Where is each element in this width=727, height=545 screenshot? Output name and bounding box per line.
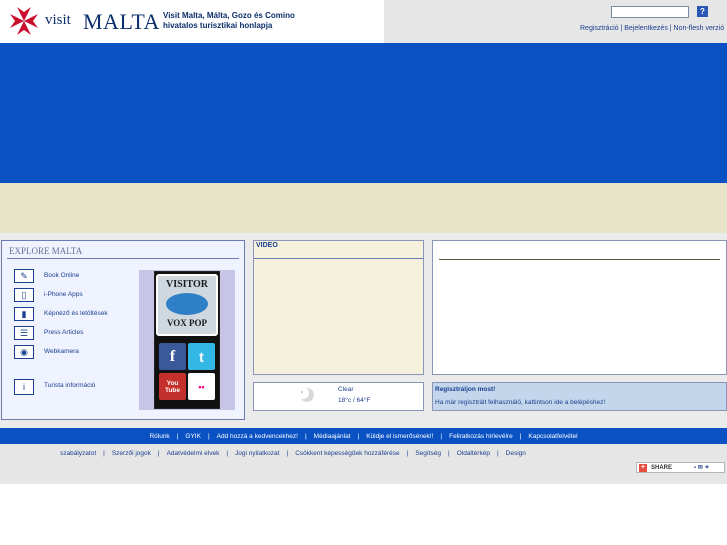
content-panel bbox=[432, 240, 727, 375]
video-panel[interactable] bbox=[253, 240, 424, 375]
info-icon[interactable]: i bbox=[14, 379, 34, 395]
footer-link-media[interactable]: Médiaajánlat bbox=[314, 433, 351, 440]
weather-condition: Clear bbox=[338, 386, 354, 393]
menu-item-book-online[interactable]: Book Online bbox=[44, 272, 79, 279]
separator: | bbox=[286, 449, 289, 457]
share-label: SHARE bbox=[651, 464, 673, 471]
vox-pop-title-bottom: VOX POP bbox=[166, 318, 208, 328]
site-tagline: Visit Malta, Málta, Gozo és Comino hivat… bbox=[163, 11, 323, 31]
separator: | bbox=[304, 432, 307, 440]
footer-link-privacy[interactable]: Adatvédelmi elvek bbox=[167, 450, 220, 457]
separator: | bbox=[440, 432, 443, 440]
menu-item-press-articles[interactable]: Press Articles bbox=[44, 329, 83, 336]
footer-link-newsletter[interactable]: Feliratkozás hírlevélre bbox=[449, 433, 513, 440]
vox-pop-title-top: VISITOR bbox=[165, 279, 209, 290]
footer-secondary-nav: szabályzatot | Szerzői jogok | Adatvédelmi… bbox=[60, 448, 526, 458]
footer-link-help[interactable]: Segítség bbox=[415, 450, 441, 457]
tagline-line-1: Visit Malta, Málta, Gozo és Comino bbox=[163, 11, 295, 20]
footer-link-terms[interactable]: szabályzatot bbox=[60, 450, 96, 457]
gallery-icon[interactable]: ▮ bbox=[14, 307, 34, 321]
footer-link-accessibility[interactable]: Csökkent képességűek hozzáférése bbox=[295, 450, 399, 457]
separator: | bbox=[448, 449, 450, 457]
logo-visit-text[interactable]: visit bbox=[45, 12, 71, 29]
register-login-link[interactable]: Ha már regisztrált felhasználó, kattints… bbox=[435, 399, 605, 406]
explore-divider bbox=[7, 258, 239, 259]
separator: | bbox=[519, 432, 522, 440]
footer-link-favorites[interactable]: Add hozzá a kedvencekhez! bbox=[217, 433, 298, 440]
separator: | bbox=[103, 449, 105, 457]
footer-link-copyright[interactable]: Szerzői jogok bbox=[112, 450, 151, 457]
facebook-icon[interactable]: f bbox=[159, 343, 186, 370]
register-link[interactable]: Regisztráció bbox=[580, 25, 619, 32]
footer-nav: Rólunk | GYIK | Add hozzá a kedvencekhez! |… bbox=[0, 428, 727, 444]
footer-link-design[interactable]: Design bbox=[506, 450, 526, 457]
search-input[interactable] bbox=[611, 6, 689, 18]
footer-link-legal[interactable]: Jogi nyilatkozat bbox=[235, 450, 279, 457]
menu-item-tourist-info[interactable]: Turista információ bbox=[44, 382, 95, 389]
logo-malta-text[interactable]: MALTA bbox=[83, 9, 160, 35]
separator: | bbox=[226, 449, 229, 457]
separator: | bbox=[406, 449, 409, 457]
footer-link-faq[interactable]: GYIK bbox=[185, 433, 201, 440]
weather-temperature: 18°c / 64°F bbox=[338, 397, 371, 404]
share-button[interactable]: + SHARE ▪ ✉ ✦ bbox=[636, 462, 725, 473]
youtube-icon[interactable]: You Tube bbox=[159, 373, 186, 400]
menu-item-webcam[interactable]: Webkamera bbox=[44, 348, 79, 355]
separator: | bbox=[176, 432, 179, 440]
beige-band bbox=[0, 183, 727, 233]
twitter-icon[interactable]: t bbox=[188, 343, 215, 370]
menu-item-iphone-apps[interactable]: i-Phone Apps bbox=[44, 291, 83, 298]
menu-item-gallery[interactable]: Képnéző és letöltések bbox=[44, 310, 108, 317]
phone-icon[interactable]: ▯ bbox=[14, 288, 34, 302]
hero-banner[interactable] bbox=[0, 43, 727, 183]
maltese-cross-icon[interactable] bbox=[10, 7, 38, 35]
tagline-line-2: hivatalos turisztikai honlapja bbox=[163, 21, 273, 30]
flickr-icon[interactable]: •• bbox=[188, 373, 215, 400]
separator: | bbox=[207, 432, 210, 440]
login-link[interactable]: Bejelentkezés bbox=[624, 25, 668, 32]
content-divider bbox=[439, 259, 720, 260]
booking-icon[interactable]: ✎ bbox=[14, 269, 34, 283]
video-divider bbox=[254, 258, 423, 259]
separator: | bbox=[357, 432, 360, 440]
moon-icon bbox=[297, 387, 314, 402]
non-flash-link[interactable]: Non-flesh verzió bbox=[674, 25, 725, 32]
footer-link-sitemap[interactable]: Oldaltérkép bbox=[457, 450, 490, 457]
separator: | bbox=[157, 449, 160, 457]
header-links: Regisztráció | Bejelentkezés | Non-flesh… bbox=[580, 25, 724, 32]
footer-link-about[interactable]: Rólunk bbox=[149, 433, 169, 440]
separator: | bbox=[496, 449, 499, 457]
register-title[interactable]: Regisztráljon most! bbox=[435, 386, 495, 393]
speech-bubble-icon bbox=[166, 293, 208, 315]
plus-icon: + bbox=[639, 463, 647, 472]
webcam-icon[interactable]: ◉ bbox=[14, 345, 34, 359]
search-button[interactable]: ? bbox=[697, 6, 708, 17]
share-services-icon: ▪ ✉ ✦ bbox=[694, 465, 710, 471]
explore-title: EXPLORE MALTA bbox=[9, 246, 83, 256]
footer-link-send-friend[interactable]: Küldje el ismerősének!! bbox=[366, 433, 433, 440]
video-title: VIDEO bbox=[256, 242, 278, 249]
news-icon[interactable]: ☰ bbox=[14, 326, 34, 340]
footer-link-contact[interactable]: Kapcsolatfelvétel bbox=[528, 433, 577, 440]
